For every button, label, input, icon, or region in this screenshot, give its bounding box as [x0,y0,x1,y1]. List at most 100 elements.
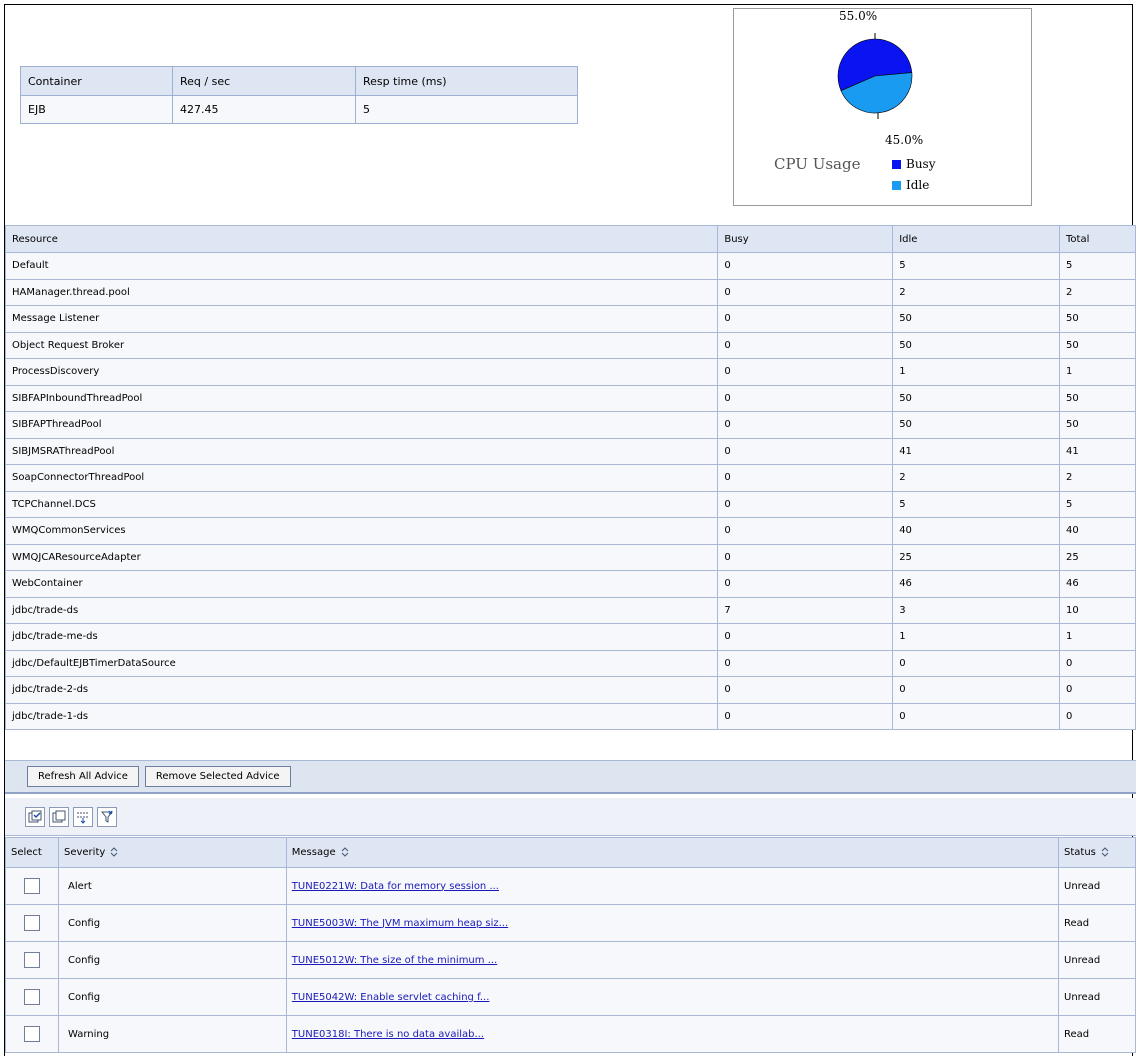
severity-cell: Alert [57,867,287,905]
resource-name-cell: WebContainer [4,570,719,598]
severity-cell: Config [57,941,287,979]
total-cell: 1 [1059,358,1136,386]
busy-cell: 0 [717,623,894,651]
resource-name-cell: SoapConnectorThreadPool [4,464,719,492]
total-cell: 10 [1059,596,1136,624]
table-row: Default 0 5 5 [4,252,1136,280]
resource-name-cell: SIBFAPThreadPool [4,411,719,439]
resource-name-cell: WMQJCAResourceAdapter [4,543,719,571]
message-link[interactable]: TUNE5003W: The JVM maximum heap siz... [292,918,508,929]
idle-cell: 2 [892,464,1061,492]
resource-name-cell: Message Listener [4,305,719,333]
total-cell: 0 [1059,702,1136,730]
select-checkbox[interactable] [23,989,40,1005]
advice-button-bar: Refresh All Advice Remove Selected Advic… [5,760,1136,794]
idle-cell: 5 [892,490,1061,518]
idle-header: Idle [892,225,1061,253]
busy-cell: 0 [717,437,894,465]
pie-label-idle: 45.0% [885,133,924,147]
table-row: Warning TUNE0318I: There is no data avail… [5,1015,1136,1053]
message-cell: TUNE0318I: There is no data availab... [285,1015,1060,1053]
message-header[interactable]: Message [285,837,1060,868]
resource-name-cell: jdbc/trade-1-ds [4,702,719,730]
container-cell: EJB [20,95,173,124]
total-cell: 50 [1059,384,1136,412]
busy-cell: 0 [717,570,894,598]
busy-cell: 0 [717,411,894,439]
show-filter-icon[interactable] [73,806,93,827]
busy-cell: 0 [717,649,894,677]
idle-cell: 41 [892,437,1061,465]
legend-busy: Busy [892,157,935,171]
select-all-icon[interactable] [25,806,45,827]
legend-busy-swatch [892,159,901,169]
total-cell: 5 [1059,252,1136,280]
total-cell: 40 [1059,517,1136,545]
message-link[interactable]: TUNE5012W: The size of the minimum ... [292,955,497,966]
total-cell: 50 [1059,305,1136,333]
resource-name-cell: jdbc/DefaultEJBTimerDataSource [4,649,719,677]
message-link[interactable]: TUNE0318I: There is no data availab... [292,1029,484,1040]
status-header[interactable]: Status [1058,837,1136,868]
table-row: jdbc/trade-ds 7 3 10 [4,596,1136,624]
resp-time-cell: 5 [355,95,578,124]
clear-filter-icon[interactable] [97,806,117,827]
idle-cell: 3 [892,596,1061,624]
advice-toolbar [5,798,1136,836]
total-cell: 25 [1059,543,1136,571]
resource-name-cell: TCPChannel.DCS [4,490,719,518]
table-row: WMQCommonServices 0 40 40 [4,517,1136,545]
resource-header: Resource [4,225,719,253]
message-cell: TUNE5042W: Enable servlet caching f... [285,978,1060,1016]
severity-header[interactable]: Severity [57,837,287,868]
message-header-label: Message [291,847,336,858]
select-cell [5,941,59,979]
message-cell: TUNE0221W: Data for memory session ... [285,867,1060,905]
resource-table: Resource Busy Idle Total Default 0 5 5 HAMan… [4,225,1136,730]
total-cell: 0 [1059,649,1136,677]
busy-cell: 0 [717,305,894,333]
resource-name-cell: jdbc/trade-me-ds [4,623,719,651]
table-row: WebContainer 0 46 46 [4,570,1136,598]
table-row: SIBJMSRAThreadPool 0 41 41 [4,437,1136,465]
remove-selected-advice-button[interactable]: Remove Selected Advice [144,766,291,787]
deselect-all-icon[interactable] [49,806,69,827]
idle-cell: 1 [892,358,1061,386]
table-row: SIBFAPThreadPool 0 50 50 [4,411,1136,439]
table-row: Alert TUNE0221W: Data for memory session … [5,867,1136,905]
req-sec-header: Req / sec [172,66,356,96]
table-row: Config TUNE5012W: The size of the minimum… [5,941,1136,979]
busy-header: Busy [717,225,894,253]
select-checkbox[interactable] [23,952,40,968]
select-checkbox[interactable] [23,878,40,894]
idle-cell: 2 [892,278,1061,306]
severity-cell: Config [57,978,287,1016]
busy-cell: 0 [717,384,894,412]
status-cell: Unread [1058,867,1136,905]
message-link[interactable]: TUNE5042W: Enable servlet caching f... [292,992,490,1003]
table-row: TCPChannel.DCS 0 5 5 [4,490,1136,518]
container-table: Container Req / sec Resp time (ms) EJB 4… [20,66,578,124]
idle-cell: 0 [892,702,1061,730]
message-link[interactable]: TUNE0221W: Data for memory session ... [292,881,499,892]
cpu-usage-chart: 55.0% 45.0% CPU Usage Busy Idle [733,8,1032,206]
total-cell: 2 [1059,278,1136,306]
resource-name-cell: jdbc/trade-2-ds [4,676,719,704]
idle-cell: 46 [892,570,1061,598]
select-cell [5,978,59,1016]
total-cell: 46 [1059,570,1136,598]
refresh-all-advice-button[interactable]: Refresh All Advice [27,766,139,787]
table-row: Object Request Broker 0 50 50 [4,331,1136,359]
total-cell: 50 [1059,331,1136,359]
busy-cell: 0 [717,278,894,306]
resource-name-cell: HAManager.thread.pool [4,278,719,306]
legend-busy-label: Busy [906,157,936,171]
total-cell: 5 [1059,490,1136,518]
table-row: Config TUNE5042W: Enable servlet caching … [5,978,1136,1016]
total-header: Total [1059,225,1136,253]
select-checkbox[interactable] [23,1026,40,1042]
table-row: jdbc/trade-me-ds 0 1 1 [4,623,1136,651]
chart-title: CPU Usage [774,155,861,173]
select-checkbox[interactable] [23,915,40,931]
busy-cell: 7 [717,596,894,624]
